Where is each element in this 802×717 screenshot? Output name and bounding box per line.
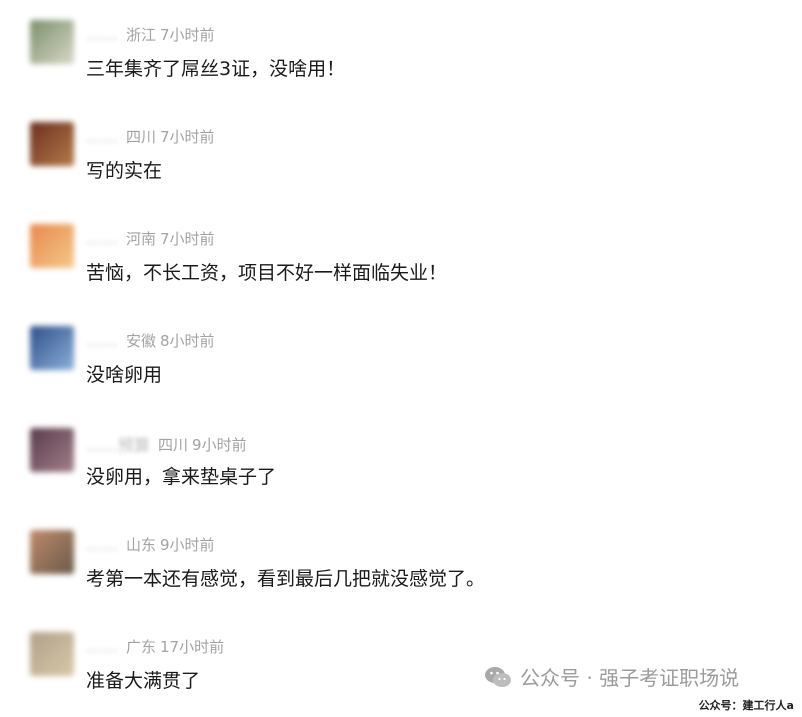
avatar[interactable] (30, 632, 74, 676)
comment-meta: …… 河南 7小时前 (86, 228, 215, 249)
comment-text: 考第一本还有感觉，看到最后几把就没感觉了。 (86, 568, 486, 590)
comment-item: …… 山东 9小时前 考第一本还有感觉，看到最后几把就没感觉了。 (0, 510, 802, 610)
commenter-region: 四川 (158, 435, 189, 454)
comment-item: ……预算 四川 9小时前 没卵用，拿来垫桌子了 (0, 408, 802, 508)
comment-meta: …… 山东 9小时前 (86, 534, 215, 555)
comment-meta: …… 安徽 8小时前 (86, 330, 215, 351)
comment-time: 9小时前 (160, 536, 215, 554)
commenter-name[interactable]: ……预算 (86, 432, 150, 456)
commenter-name[interactable]: …… (86, 331, 118, 350)
avatar[interactable] (30, 20, 74, 64)
comment-time: 7小时前 (160, 26, 215, 44)
comment-text: 写的实在 (86, 160, 163, 182)
comment-meta: …… 浙江 7小时前 (86, 24, 215, 45)
comment-text: 苦恼，不长工资，项目不好一样面临失业！ (86, 262, 448, 284)
comment-text: 没啥卵用 (86, 364, 163, 386)
comment-text: 准备大满贯了 (86, 670, 201, 692)
footer-credit: 公众号：建工行人a (698, 699, 794, 712)
comment-item: …… 安徽 8小时前 没啥卵用 (0, 306, 802, 406)
comment-item: …… 河南 7小时前 苦恼，不长工资，项目不好一样面临失业！ (0, 204, 802, 304)
commenter-region: 安徽 (126, 332, 157, 350)
commenter-name[interactable]: …… (86, 127, 118, 146)
comment-time: 7小时前 (160, 230, 215, 248)
commenter-region: 浙江 (126, 26, 157, 44)
comment-text: 三年集齐了屌丝3证，没啥用！ (86, 58, 346, 80)
avatar[interactable] (30, 122, 74, 166)
wechat-icon (485, 666, 511, 687)
avatar[interactable] (30, 224, 74, 268)
commenter-region: 山东 (126, 536, 157, 554)
comment-meta: …… 四川 7小时前 (86, 126, 215, 147)
commenter-region: 河南 (126, 230, 157, 248)
commenter-name[interactable]: …… (86, 535, 118, 554)
watermark: 公众号 · 强子考证职场说 (484, 662, 739, 691)
avatar[interactable] (30, 428, 74, 472)
comment-time: 9小时前 (192, 435, 247, 454)
commenter-region: 四川 (126, 128, 157, 146)
comment-item: …… 浙江 7小时前 三年集齐了屌丝3证，没啥用！ (0, 0, 802, 100)
comment-text: 没卵用，拿来垫桌子了 (86, 466, 277, 488)
comment-time: 8小时前 (160, 332, 215, 350)
comment-item: …… 四川 7小时前 写的实在 (0, 102, 802, 202)
comment-time: 17小时前 (160, 638, 225, 656)
commenter-name[interactable]: …… (86, 25, 118, 44)
commenter-name[interactable]: …… (86, 229, 118, 248)
avatar[interactable] (30, 530, 74, 574)
comment-meta: …… 广东 17小时前 (86, 636, 224, 657)
comment-meta: ……预算 四川 9小时前 (86, 432, 247, 456)
commenter-name[interactable]: …… (86, 637, 118, 656)
comment-time: 7小时前 (160, 128, 215, 146)
avatar[interactable] (30, 326, 74, 370)
watermark-label: 公众号 · 强子考证职场说 (520, 666, 740, 690)
commenter-region: 广东 (126, 638, 157, 656)
